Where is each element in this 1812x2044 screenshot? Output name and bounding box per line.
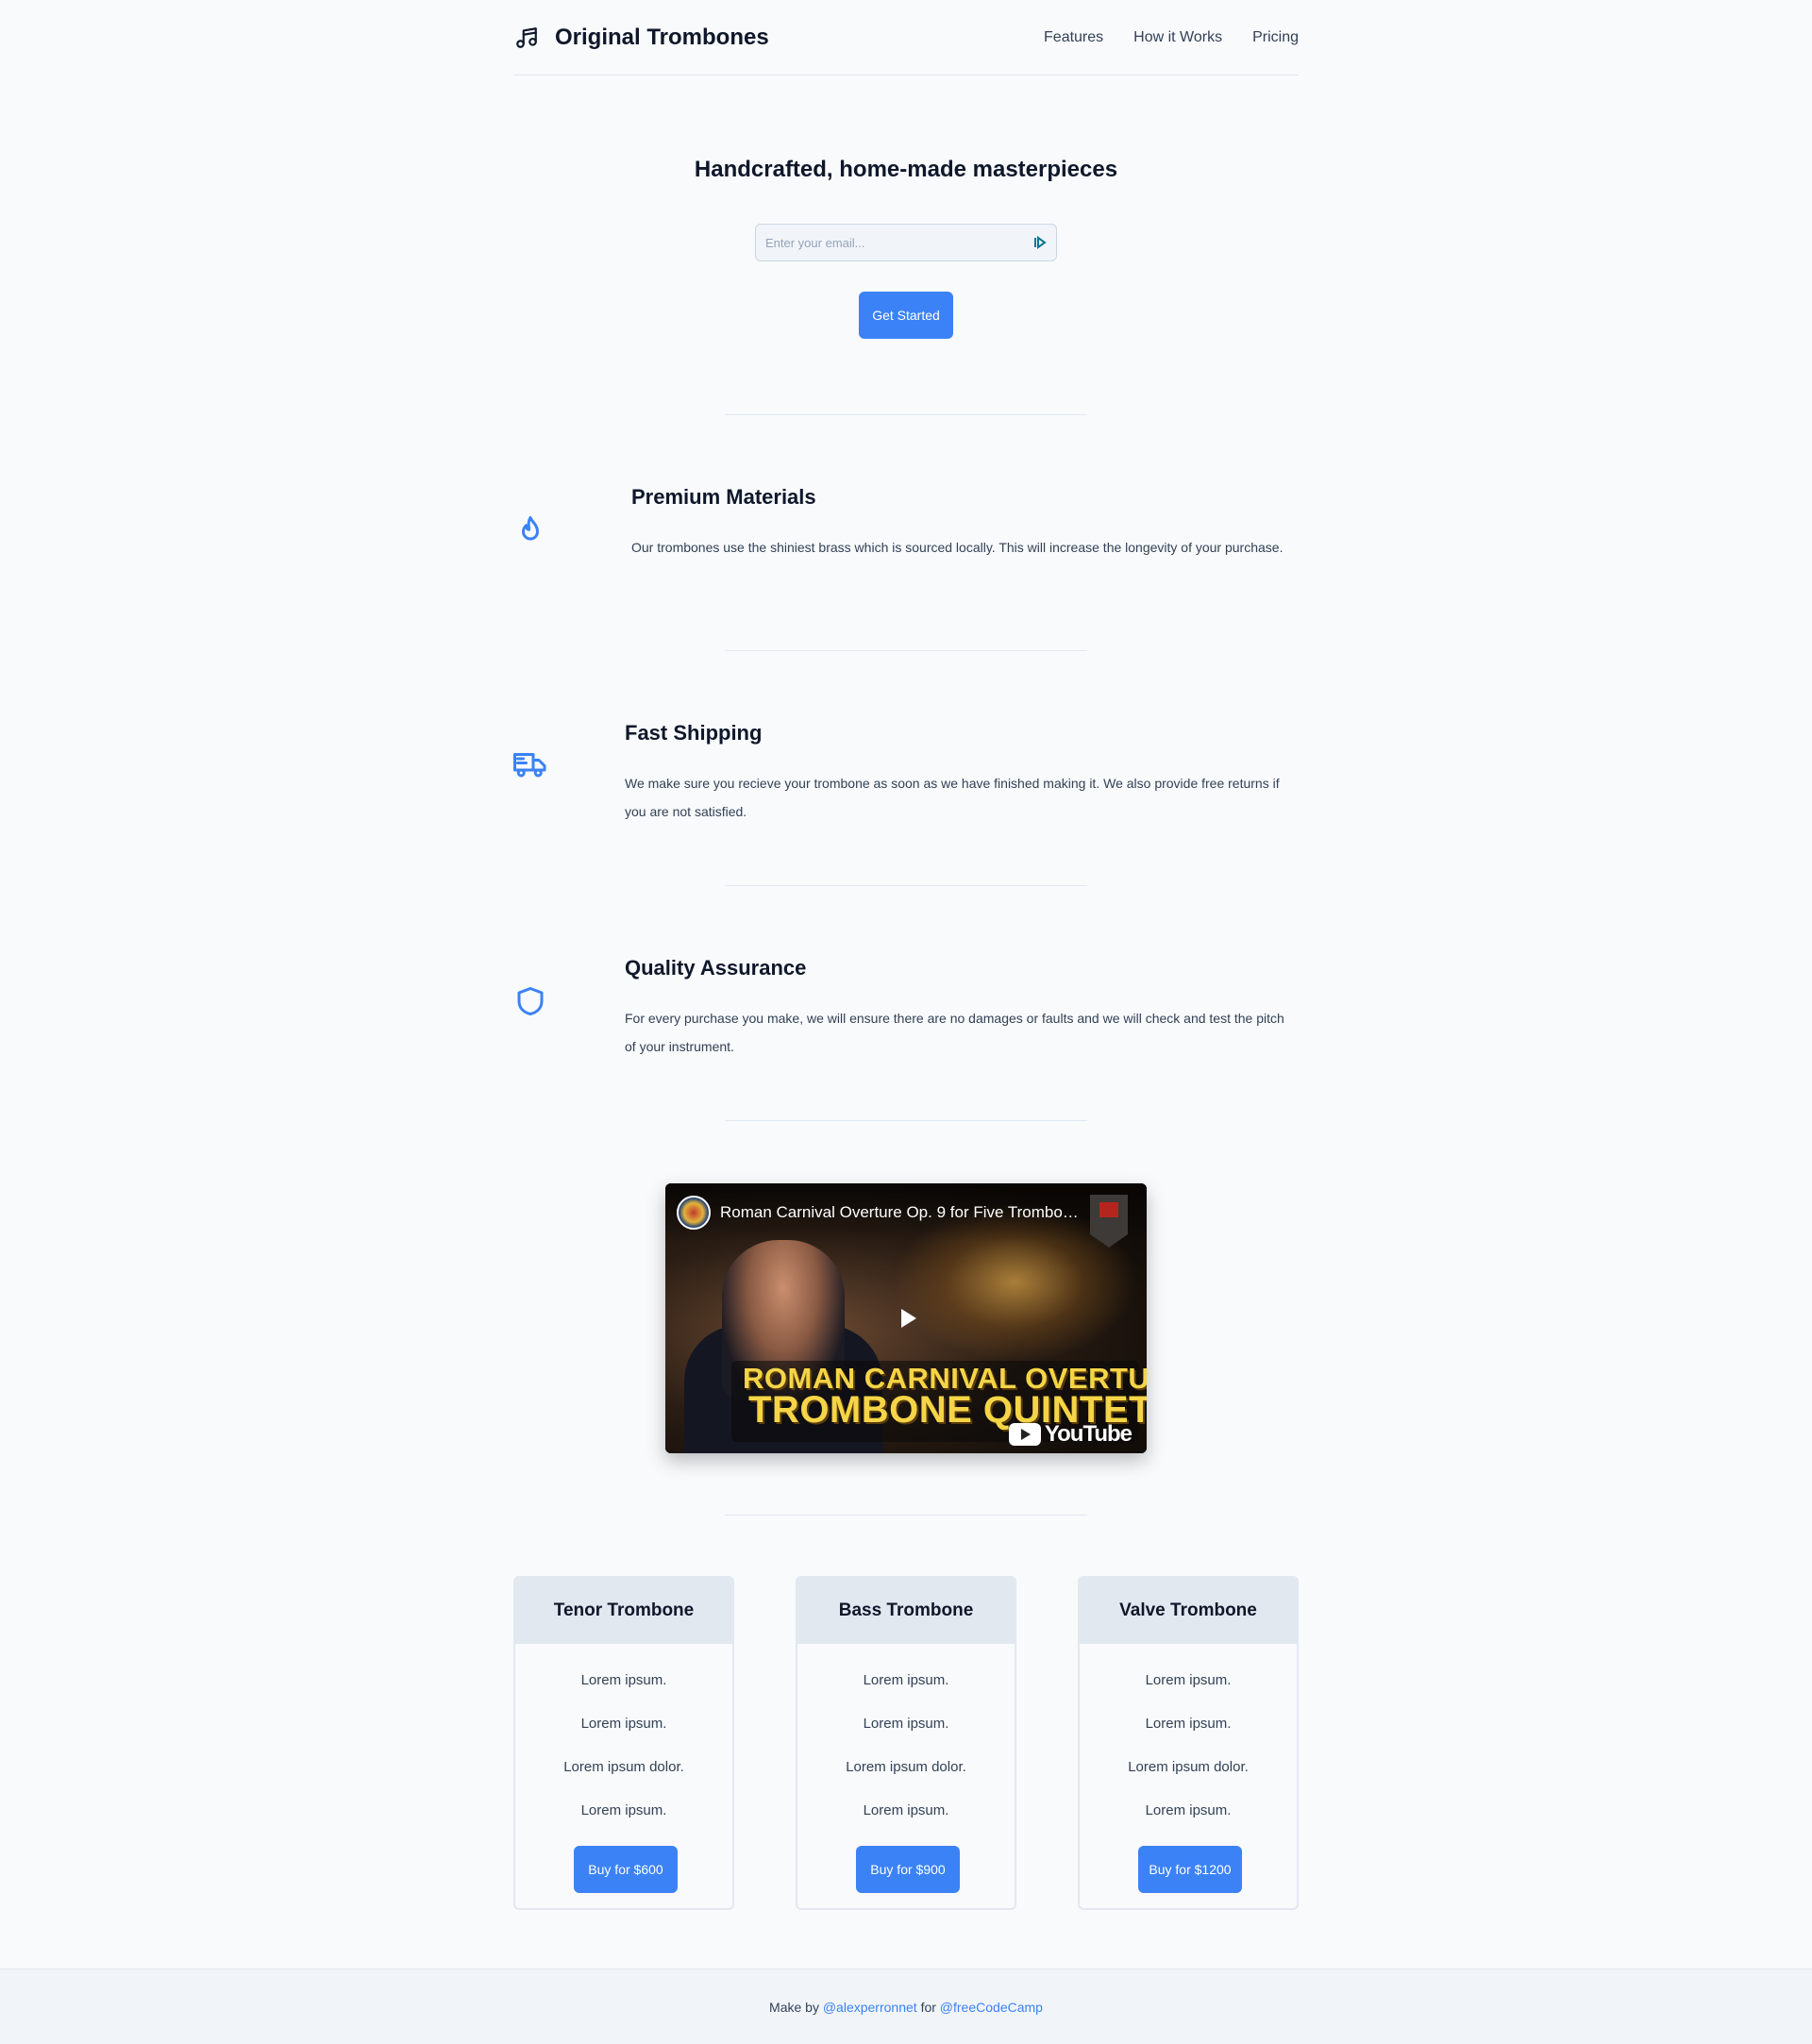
pricing-features-list: Lorem ipsum. Lorem ipsum. Lorem ipsum do… bbox=[797, 1659, 1015, 1833]
footer-prefix: Make by bbox=[769, 1999, 819, 2015]
footer-middle: for bbox=[920, 1999, 936, 2015]
nav-link-how-it-works[interactable]: How it Works bbox=[1133, 29, 1222, 46]
pricing-card-tenor: Tenor Trombone Lorem ipsum. Lorem ipsum.… bbox=[513, 1576, 734, 1910]
list-item: Lorem ipsum. bbox=[1145, 1802, 1232, 1818]
pricing-section: Tenor Trombone Lorem ipsum. Lorem ipsum.… bbox=[513, 1576, 1299, 1910]
footer-author-link[interactable]: @alexperronnet bbox=[823, 2000, 917, 2015]
list-item: Lorem ipsum. bbox=[863, 1716, 949, 1732]
truck-icon bbox=[513, 747, 547, 781]
footer-org-link[interactable]: @freeCodeCamp bbox=[940, 2000, 1043, 2015]
list-item: Lorem ipsum dolor. bbox=[846, 1759, 966, 1775]
pricing-features-list: Lorem ipsum. Lorem ipsum. Lorem ipsum do… bbox=[515, 1659, 732, 1833]
list-item: Lorem ipsum. bbox=[863, 1672, 949, 1688]
ribbon-mark-icon bbox=[1099, 1202, 1118, 1217]
list-item: Lorem ipsum. bbox=[580, 1802, 667, 1818]
pricing-card-title: Bass Trombone bbox=[797, 1578, 1015, 1644]
video-title[interactable]: Roman Carnival Overture Op. 9 for Five T… bbox=[720, 1203, 1079, 1222]
site-footer: Make by @alexperronnet for @freeCodeCamp bbox=[0, 1969, 1812, 2044]
nav-link-features[interactable]: Features bbox=[1044, 29, 1103, 46]
pricing-card-title: Valve Trombone bbox=[1080, 1578, 1297, 1644]
youtube-logo[interactable]: YouTube bbox=[1008, 1421, 1132, 1448]
list-item: Lorem ipsum dolor. bbox=[563, 1759, 684, 1775]
feature-description: Our trombones use the shiniest brass whi… bbox=[631, 540, 1284, 555]
email-input[interactable] bbox=[765, 235, 1033, 250]
pricing-card-valve: Valve Trombone Lorem ipsum. Lorem ipsum.… bbox=[1078, 1576, 1299, 1910]
youtube-wordmark: YouTube bbox=[1044, 1421, 1132, 1447]
feature-title: Quality Assurance bbox=[625, 956, 807, 980]
autofill-key-icon[interactable] bbox=[1033, 236, 1047, 249]
get-started-button[interactable]: Get Started bbox=[859, 292, 953, 339]
music-note-icon bbox=[513, 25, 540, 51]
channel-logo-icon[interactable] bbox=[677, 1196, 711, 1230]
email-field-wrapper bbox=[755, 224, 1057, 261]
youtube-play-icon bbox=[1008, 1423, 1041, 1446]
feature-title: Fast Shipping bbox=[625, 721, 763, 745]
section-divider bbox=[725, 650, 1087, 651]
pricing-features-list: Lorem ipsum. Lorem ipsum. Lorem ipsum do… bbox=[1080, 1659, 1297, 1833]
list-item: Lorem ipsum. bbox=[580, 1716, 667, 1732]
feature-title: Premium Materials bbox=[631, 485, 816, 509]
hero-section: Handcrafted, home-made masterpieces Get … bbox=[513, 157, 1299, 339]
list-item: Lorem ipsum. bbox=[1145, 1716, 1232, 1732]
fire-icon bbox=[513, 513, 547, 547]
play-icon[interactable] bbox=[901, 1309, 916, 1328]
feature-description: We make sure you recieve your trombone a… bbox=[625, 776, 1280, 819]
pricing-card-title: Tenor Trombone bbox=[515, 1578, 732, 1644]
section-divider bbox=[725, 1120, 1087, 1121]
section-divider bbox=[725, 1515, 1087, 1516]
section-divider bbox=[725, 414, 1087, 415]
hero-title: Handcrafted, home-made masterpieces bbox=[694, 157, 1118, 182]
list-item: Lorem ipsum. bbox=[580, 1672, 667, 1688]
list-item: Lorem ipsum dolor. bbox=[1128, 1759, 1249, 1775]
site-header: Original Trombones Features How it Works… bbox=[513, 0, 1299, 75]
feature-description: For every purchase you make, we will ens… bbox=[625, 1011, 1284, 1054]
buy-button[interactable]: Buy for $900 bbox=[856, 1846, 960, 1893]
brand[interactable]: Original Trombones bbox=[513, 25, 769, 51]
list-item: Lorem ipsum. bbox=[1145, 1672, 1232, 1688]
main-nav: Features How it Works Pricing bbox=[1044, 29, 1299, 46]
video-embed[interactable]: Roman Carnival Overture Op. 9 for Five T… bbox=[665, 1183, 1147, 1453]
pricing-card-bass: Bass Trombone Lorem ipsum. Lorem ipsum. … bbox=[796, 1576, 1016, 1910]
section-divider bbox=[725, 885, 1087, 886]
nav-link-pricing[interactable]: Pricing bbox=[1252, 29, 1299, 46]
buy-button[interactable]: Buy for $1200 bbox=[1138, 1846, 1242, 1893]
video-title-bar: Roman Carnival Overture Op. 9 for Five T… bbox=[665, 1183, 1147, 1242]
brand-name: Original Trombones bbox=[555, 24, 769, 50]
list-item: Lorem ipsum. bbox=[863, 1802, 949, 1818]
buy-button[interactable]: Buy for $600 bbox=[574, 1846, 678, 1893]
shield-icon bbox=[513, 984, 547, 1018]
